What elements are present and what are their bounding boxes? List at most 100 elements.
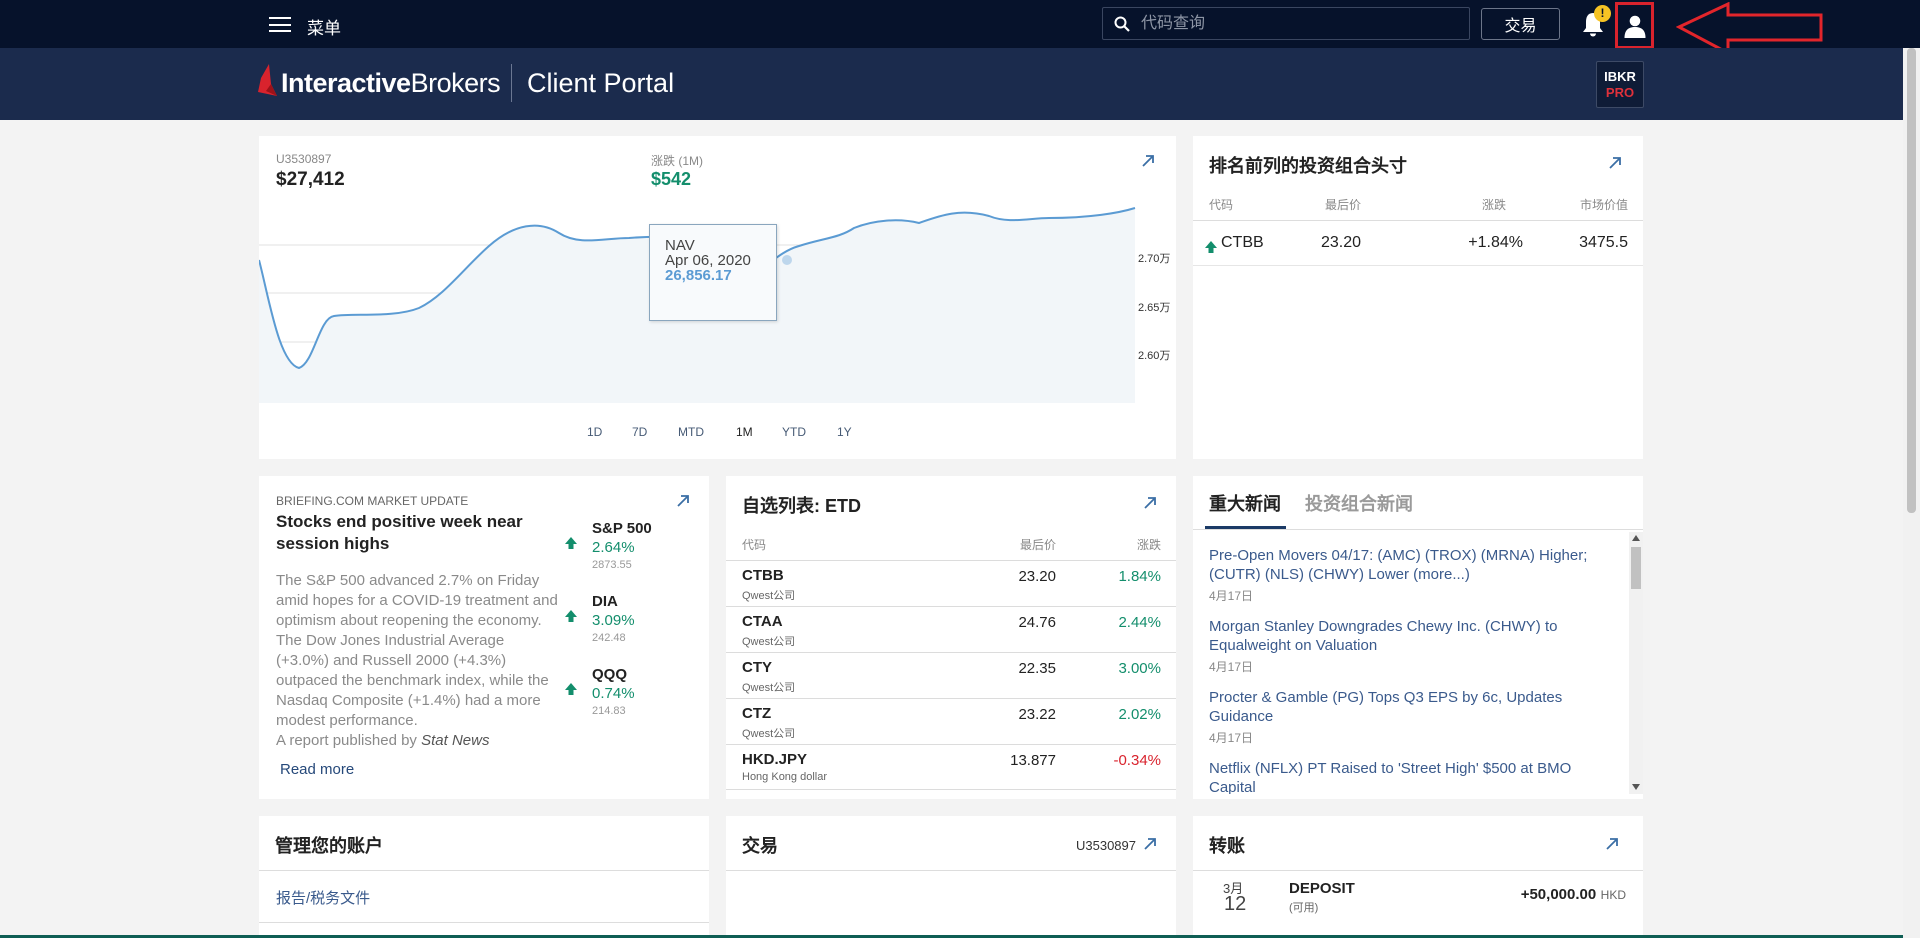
briefing-headline[interactable]: Stocks end positive week near session hi…: [276, 511, 546, 555]
expand-arrow-icon[interactable]: [1608, 156, 1622, 170]
col-header-symbol: 代码: [742, 538, 767, 552]
table-row[interactable]: CTZ Qwest公司 23.22 2.02%: [726, 698, 1176, 744]
divider: [259, 922, 709, 923]
expand-arrow-icon[interactable]: [1143, 837, 1157, 851]
transfer-row[interactable]: 3月 12 DEPOSIT (可用) +50,000.00 HKD: [1193, 872, 1643, 932]
briefing-card: BRIEFING.COM MARKET UPDATE Stocks end po…: [259, 476, 709, 799]
trade-title: 交易: [742, 836, 778, 856]
list-item[interactable]: Netflix (NFLX) PT Raised to 'Street High…: [1209, 759, 1609, 794]
index-price: 242.48: [592, 632, 626, 644]
expand-arrow-icon[interactable]: [1141, 154, 1155, 168]
user-account-button[interactable]: [1615, 2, 1654, 49]
brand-bar: InteractiveBrokers Client Portal IBKR PR…: [0, 48, 1903, 120]
expand-arrow-icon[interactable]: [1605, 837, 1619, 851]
read-more-link[interactable]: Read more: [280, 761, 354, 778]
divider: [726, 870, 1176, 871]
up-arrow-icon: [565, 683, 577, 695]
table-row[interactable]: CTBB Qwest公司 23.20 1.84%: [726, 560, 1176, 606]
watch-last: 23.22: [1018, 706, 1056, 723]
watch-symbol[interactable]: HKD.JPY: [742, 751, 807, 768]
index-quote[interactable]: QQQ 0.74% 214.83: [565, 666, 685, 724]
watch-change: 3.00%: [1118, 660, 1161, 677]
range-1y[interactable]: 1Y: [837, 425, 852, 439]
range-ytd[interactable]: YTD: [782, 425, 806, 439]
top-positions-title: 排名前列的投资组合头寸: [1209, 156, 1407, 176]
watch-last: 13.877: [1010, 752, 1056, 769]
alert-warning-badge: !: [1594, 5, 1611, 22]
news-card: 重大新闻 投资组合新闻 Pre-Open Movers 04/17: (AMC)…: [1193, 476, 1643, 799]
table-row[interactable]: HKD.JPY Hong Kong dollar 13.877 -0.34%: [726, 744, 1176, 790]
index-quote[interactable]: DIA 3.09% 242.48: [565, 593, 685, 651]
divider: [259, 870, 709, 871]
watch-symbol[interactable]: CTY: [742, 659, 772, 676]
tooltip-date: Apr 06, 2020: [665, 252, 751, 269]
y-tick-label: 2.60万: [1138, 350, 1171, 362]
y-tick-label: 2.70万: [1138, 253, 1171, 265]
range-1d[interactable]: 1D: [587, 425, 602, 439]
ib-logo-text[interactable]: InteractiveBrokers: [281, 68, 501, 99]
symbol-search-input[interactable]: [1141, 8, 1461, 39]
transfer-currency: HKD: [1600, 888, 1626, 902]
table-row[interactable]: CTAA Qwest公司 24.76 2.44%: [726, 606, 1176, 652]
col-header-last: 最后价: [1324, 198, 1361, 212]
news-headline[interactable]: Pre-Open Movers 04/17: (AMC) (TROX) (MRN…: [1209, 546, 1609, 584]
watch-last: 24.76: [1018, 614, 1056, 631]
scroll-down-icon[interactable]: [1632, 784, 1640, 790]
page-scrollbar[interactable]: [1903, 48, 1920, 938]
table-row[interactable]: CTY Qwest公司 22.35 3.00%: [726, 652, 1176, 698]
tab-top-news[interactable]: 重大新闻: [1209, 490, 1281, 516]
news-date: 4月17日: [1209, 731, 1254, 745]
reports-tax-link[interactable]: 报告/税务文件: [276, 887, 370, 908]
news-scrollbar-thumb[interactable]: [1631, 547, 1641, 589]
position-last: 23.20: [1320, 234, 1361, 251]
range-mtd[interactable]: MTD: [678, 425, 704, 439]
transfer-day: 12: [1224, 893, 1247, 915]
symbol-search[interactable]: [1102, 7, 1470, 40]
news-date: 4月17日: [1209, 660, 1254, 674]
range-7d[interactable]: 7D: [632, 425, 647, 439]
news-scrollbar[interactable]: [1629, 532, 1643, 794]
list-item[interactable]: Procter & Gamble (PG) Tops Q3 EPS by 6c,…: [1209, 688, 1609, 746]
watch-desc: Qwest公司: [742, 590, 796, 602]
tab-portfolio-news[interactable]: 投资组合新闻: [1305, 490, 1413, 516]
news-headline[interactable]: Netflix (NFLX) PT Raised to 'Street High…: [1209, 759, 1609, 794]
index-price: 214.83: [592, 705, 626, 717]
list-item[interactable]: Pre-Open Movers 04/17: (AMC) (TROX) (MRN…: [1209, 546, 1609, 604]
menu-label[interactable]: 菜单: [307, 14, 341, 39]
index-quote[interactable]: S&P 500 2.64% 2873.55: [565, 520, 685, 578]
position-change: +1.84%: [1468, 234, 1523, 251]
news-headline[interactable]: Procter & Gamble (PG) Tops Q3 EPS by 6c,…: [1209, 688, 1609, 726]
list-item[interactable]: Morgan Stanley Downgrades Chewy Inc. (CH…: [1209, 617, 1609, 675]
news-list: Pre-Open Movers 04/17: (AMC) (TROX) (MRN…: [1193, 532, 1629, 794]
index-name: QQQ: [592, 666, 628, 683]
y-tick-label: 2.65万: [1138, 302, 1171, 314]
hamburger-menu-icon[interactable]: [269, 17, 291, 32]
change-label: 涨跌 (1M): [651, 154, 703, 168]
watch-symbol[interactable]: CTZ: [742, 705, 771, 722]
net-asset-value: $27,412: [276, 169, 345, 190]
top-nav-bar: 菜单 交易 !: [0, 0, 1920, 56]
ib-logo-flame-icon: [258, 64, 277, 96]
account-id: U3530897: [276, 152, 332, 166]
expand-arrow-icon[interactable]: [1143, 496, 1157, 510]
expand-arrow-icon[interactable]: [676, 494, 690, 508]
trade-card: 交易 U3530897: [726, 816, 1176, 935]
range-1m[interactable]: 1M: [736, 425, 753, 439]
watch-symbol[interactable]: CTAA: [742, 613, 783, 630]
watch-symbol[interactable]: CTBB: [742, 567, 784, 584]
trade-button[interactable]: 交易: [1481, 8, 1560, 40]
table-row[interactable]: CTBB 23.20 +1.84% 3475.5: [1193, 220, 1643, 266]
nav-tooltip: NAV Apr 06, 2020 26,856.17: [649, 224, 777, 321]
position-value: 3475.5: [1579, 234, 1628, 251]
briefing-source: BRIEFING.COM MARKET UPDATE: [276, 494, 469, 508]
transfer-amount-value: +50,000.00: [1520, 886, 1597, 903]
position-symbol[interactable]: CTBB: [1221, 234, 1264, 252]
scroll-up-icon[interactable]: [1632, 535, 1640, 541]
watch-desc: Qwest公司: [742, 636, 796, 648]
briefing-report-source: Stat News: [421, 732, 490, 749]
page-scrollbar-thumb[interactable]: [1907, 48, 1916, 513]
index-change: 3.09%: [592, 612, 635, 629]
news-headline[interactable]: Morgan Stanley Downgrades Chewy Inc. (CH…: [1209, 617, 1609, 655]
ibkr-pro-button[interactable]: IBKR PRO: [1596, 61, 1644, 108]
index-name: S&P 500: [592, 520, 652, 537]
